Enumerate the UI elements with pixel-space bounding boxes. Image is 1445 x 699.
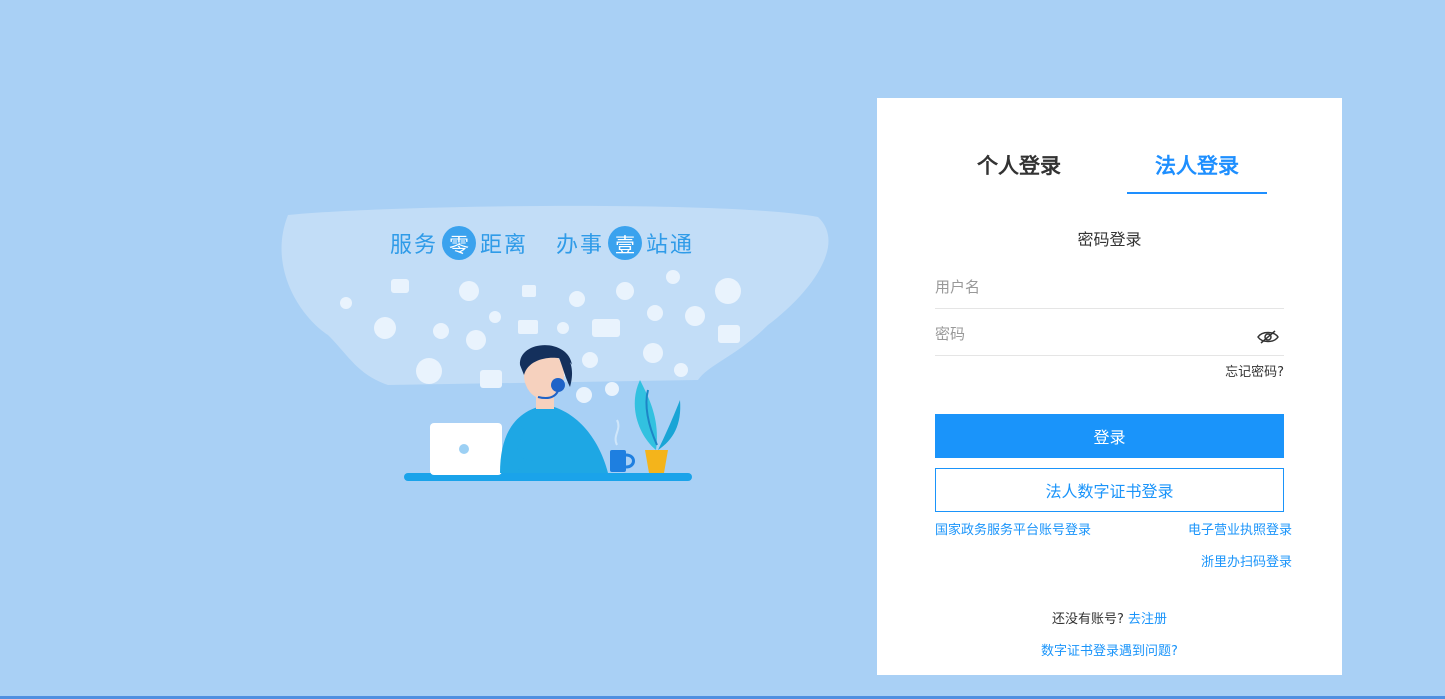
gov-account-login-link[interactable]: 国家政务服务平台账号登录 [935, 519, 1091, 538]
username-input[interactable] [935, 270, 1245, 304]
slogan-highlight: 零 [442, 226, 477, 260]
phone-icon [647, 305, 663, 321]
register-prompt: 还没有账号? 去注册 [877, 608, 1342, 627]
slogan-highlight: 壹 [608, 226, 643, 260]
chat-bubble-icon [374, 317, 396, 339]
slogan-text: 办事 [556, 233, 605, 258]
password-field [935, 317, 1284, 356]
user-icon [666, 270, 680, 284]
question-icon [569, 291, 585, 307]
cert-help-link[interactable]: 数字证书登录遇到问题? [877, 640, 1342, 659]
cert-login-button[interactable]: 法人数字证书登录 [935, 468, 1284, 512]
slogan: 服务 零 距离 办事 壹 站通 [390, 226, 694, 260]
password-input[interactable] [935, 317, 1245, 351]
slogan-text: 距离 [480, 233, 529, 258]
login-button[interactable]: 登录 [935, 414, 1284, 458]
eye-hidden-icon[interactable] [1256, 329, 1280, 345]
tab-personal-login[interactable]: 个人登录 [977, 150, 1061, 180]
forgot-password-link[interactable]: 忘记密码? [1225, 361, 1284, 380]
zlb-scan-login-link[interactable]: 浙里办扫码登录 [1201, 551, 1292, 570]
username-field [935, 270, 1284, 309]
slogan-text: 服务 [390, 233, 439, 258]
business-license-login-link[interactable]: 电子营业执照登录 [1188, 519, 1292, 538]
user-icon [715, 278, 741, 304]
tab-legal-login[interactable]: 法人登录 [1127, 150, 1267, 180]
heart-icon [576, 387, 592, 403]
register-link[interactable]: 去注册 [1128, 612, 1167, 627]
chat-bubble-icon [391, 279, 409, 293]
password-login-title: 密码登录 [1077, 230, 1142, 249]
phone-icon [416, 358, 442, 384]
register-prompt-text: 还没有账号? [1052, 612, 1124, 627]
question-icon [605, 382, 619, 396]
chat-bubble-icon [459, 281, 479, 301]
slogan-text: 站通 [646, 233, 695, 258]
login-panel: 个人登录 法人登录 密码登录 忘记密码? 登录 法人数字证书登录 国家政务服务平… [877, 98, 1342, 675]
active-tab-underline [1127, 192, 1267, 194]
mail-icon [518, 320, 538, 334]
